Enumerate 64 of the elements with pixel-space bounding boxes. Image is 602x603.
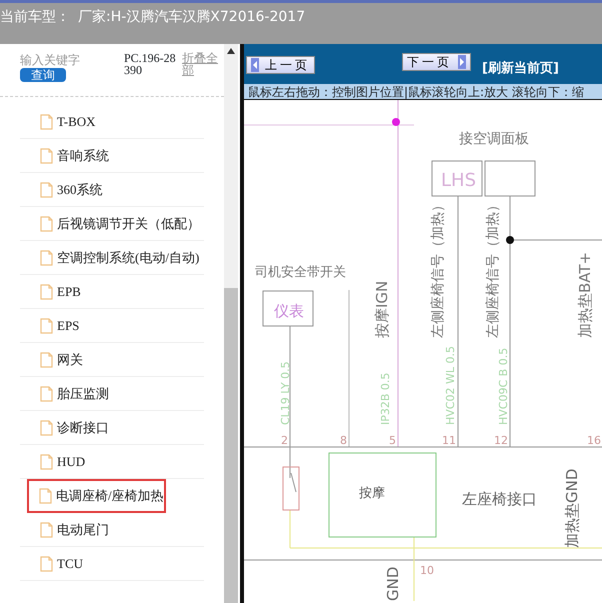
pin-number: 12 <box>494 434 508 447</box>
wire-code: HVC02 WL 0.5 <box>444 346 457 425</box>
tree-item[interactable]: 电调座椅/座椅加热 <box>27 479 166 513</box>
tree-item[interactable]: 诊断接口 <box>20 411 204 445</box>
diagram-label: 司机安全带开关 <box>255 265 346 280</box>
tree-item[interactable]: 空调控制系统(电动/自动) <box>20 241 204 275</box>
signal-label: 左侧座椅信号（加热） <box>430 198 446 338</box>
tree-item[interactable]: T-BOX <box>20 105 204 139</box>
refresh-link[interactable]: [刷新当前页] <box>482 59 559 78</box>
document-icon <box>40 216 53 232</box>
document-icon <box>40 454 53 470</box>
previous-page-button[interactable]: 上一页 <box>246 56 315 74</box>
wire-code: IP32B 0.5 <box>379 372 392 425</box>
tree-item[interactable]: TCU <box>20 547 204 581</box>
document-icon <box>40 284 53 300</box>
pin-number: 11 <box>442 434 456 447</box>
tree-item[interactable]: EPS <box>20 309 204 343</box>
next-page-button[interactable]: 下一页 <box>402 53 471 71</box>
pin-number: 10 <box>420 564 434 577</box>
junction-dot <box>506 236 514 244</box>
pin-number: 8 <box>340 434 347 447</box>
component-label: 仪表 <box>274 302 304 320</box>
signal-label: 按摩IGN <box>373 280 391 338</box>
tree-item[interactable]: 360系统 <box>20 173 204 207</box>
signal-label: 加热垫GND <box>563 468 581 548</box>
pin-number: 2 <box>281 434 288 447</box>
signal-label: GND <box>384 566 402 601</box>
diagram-label: 左座椅接口 <box>462 490 537 508</box>
usage-hint: 鼠标左右拖动：控制图片位置|鼠标滚轮向上:放大 滚轮向下：缩 <box>244 78 602 100</box>
search-button[interactable]: 查询 <box>20 68 66 82</box>
right-arrow-icon <box>458 55 466 69</box>
part-code: PC.196-28390 <box>124 52 176 79</box>
tree-item[interactable]: HUD <box>20 445 204 479</box>
document-icon <box>40 522 53 538</box>
car-model-value: 厂家:H-汉腾汽车汉腾X72016-2017 <box>78 9 306 25</box>
document-icon <box>40 352 53 368</box>
wire-code: HVC09C B 0.5 <box>497 348 510 425</box>
tree-item[interactable]: 网关 <box>20 343 204 377</box>
junction-dot <box>392 118 400 126</box>
document-icon <box>39 488 52 504</box>
tree-item[interactable]: 胎压监测 <box>20 377 204 411</box>
tree-item[interactable]: 电动尾门 <box>20 513 204 547</box>
document-icon <box>40 250 53 266</box>
document-icon <box>40 114 53 130</box>
wire-code: CL19 LY 0.5 <box>279 361 292 425</box>
left-arrow-icon <box>251 58 259 72</box>
document-icon <box>40 182 53 198</box>
document-icon <box>40 420 53 436</box>
diagram-label: 接空调面板 <box>459 131 529 147</box>
tree-item[interactable]: 后视镜调节开关（低配） <box>20 207 204 241</box>
document-icon <box>40 318 53 334</box>
tree-item[interactable]: EPB <box>20 275 204 309</box>
component-label: 按摩 <box>359 486 385 501</box>
component-label: LHS <box>441 170 476 191</box>
car-model-label: 当前车型： <box>0 9 70 25</box>
document-icon <box>40 386 53 402</box>
document-icon <box>40 148 53 164</box>
document-icon <box>40 556 53 572</box>
pin-number: 16 <box>587 434 601 447</box>
signal-label: 加热垫BAT+ <box>576 252 594 338</box>
signal-label: 左侧座椅信号（加热） <box>485 198 501 338</box>
scrollbar[interactable] <box>224 44 238 603</box>
tree-item[interactable]: 音响系统 <box>20 139 204 173</box>
pin-number: 5 <box>389 434 396 447</box>
